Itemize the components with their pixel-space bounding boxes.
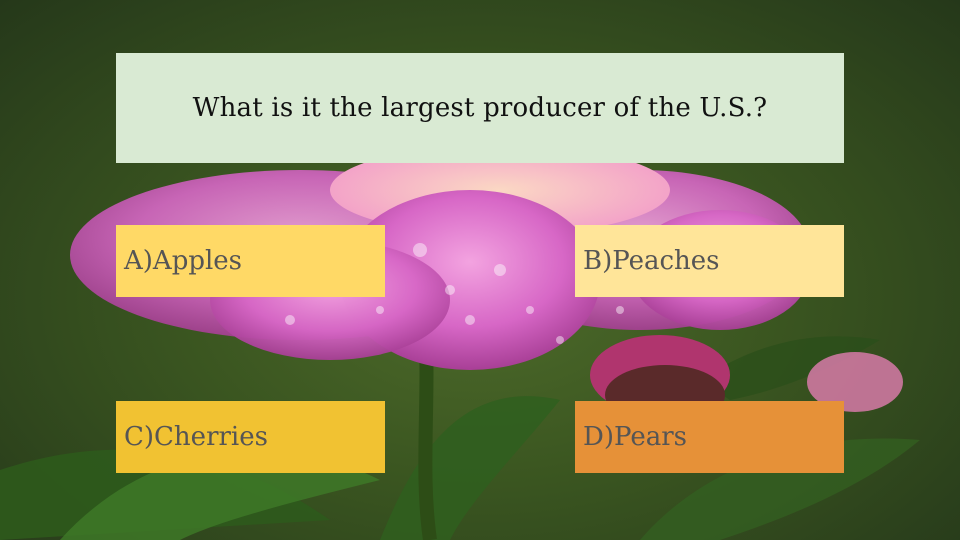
question-box: What is it the largest producer of the U…	[116, 53, 844, 163]
answer-option-c-label: C)Cherries	[124, 422, 268, 452]
answer-option-a[interactable]: A)Apples	[116, 225, 385, 297]
quiz-slide: What is it the largest producer of the U…	[0, 0, 960, 540]
answer-option-a-label: A)Apples	[124, 246, 243, 276]
answer-option-b[interactable]: B)Peaches	[575, 225, 844, 297]
answer-option-b-label: B)Peaches	[583, 246, 720, 276]
answer-option-c[interactable]: C)Cherries	[116, 401, 385, 473]
answer-option-d-label: D)Pears	[583, 422, 687, 452]
question-text: What is it the largest producer of the U…	[192, 93, 768, 123]
answer-option-d[interactable]: D)Pears	[575, 401, 844, 473]
